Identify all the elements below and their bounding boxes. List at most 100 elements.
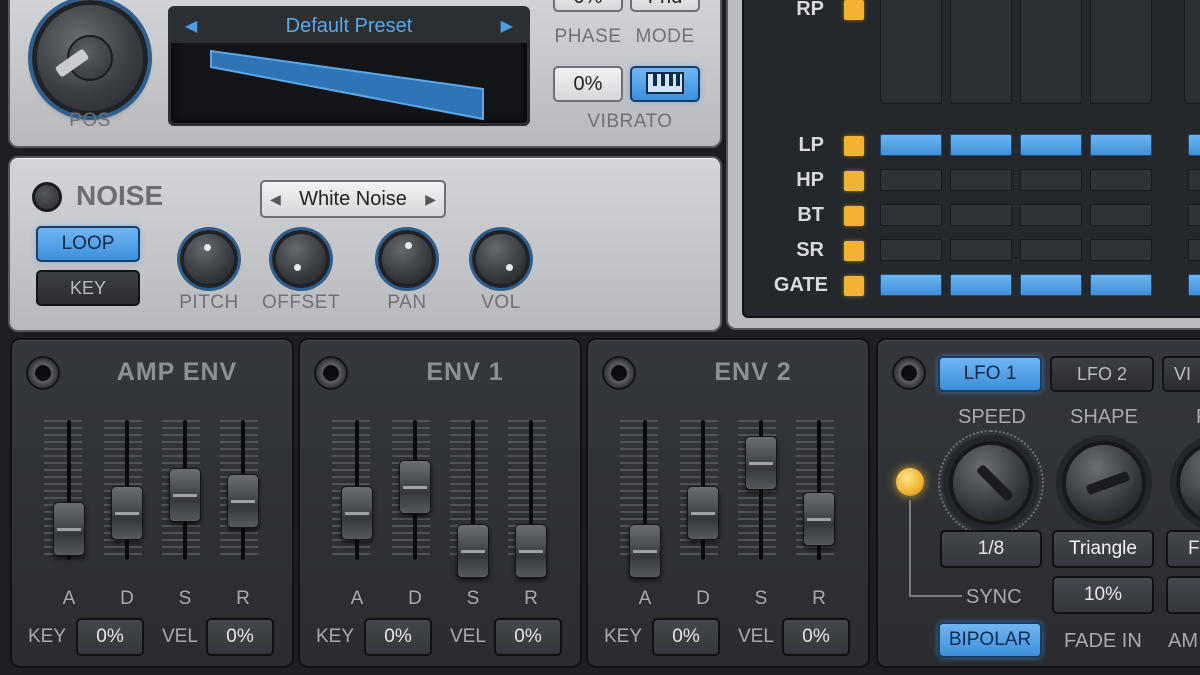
phase-value-box[interactable]: 0% (553, 0, 623, 12)
seq-cell[interactable] (1188, 134, 1200, 156)
env1-attack-fader[interactable] (341, 486, 373, 540)
key-button[interactable]: KEY (36, 270, 140, 306)
seq-label-gate: GATE (773, 274, 828, 296)
vibrato-label: VIBRATO (587, 111, 673, 132)
env1-sustain-fader[interactable] (457, 524, 489, 578)
offset-knob[interactable] (272, 230, 330, 288)
seq-led-hp[interactable] (844, 171, 864, 191)
seq-cell[interactable] (1188, 204, 1200, 226)
seq-cell[interactable] (1020, 204, 1082, 226)
seq-cell[interactable] (950, 204, 1012, 226)
amp-release-fader[interactable] (227, 474, 259, 528)
preset-next-icon[interactable]: ▶ (501, 16, 513, 36)
seq-cell[interactable] (1188, 274, 1200, 296)
tab-vib[interactable]: VI (1162, 356, 1200, 392)
preset-prev-icon[interactable]: ◀ (185, 16, 197, 36)
noise-next-icon[interactable]: ▶ (425, 182, 436, 216)
speed-knob[interactable] (949, 441, 1033, 525)
seq-cell[interactable] (950, 274, 1012, 296)
tab-lfo1[interactable]: LFO 1 (938, 356, 1042, 392)
third-knob[interactable] (1176, 441, 1200, 525)
seq-cell[interactable] (1090, 134, 1152, 156)
env2-key-value[interactable]: 0% (652, 618, 720, 656)
env1-a-label: A (350, 588, 364, 609)
noise-type-selector[interactable]: ◀ White Noise ▶ (260, 180, 446, 218)
oscillator-panel: POS ◀ Default Preset ▶ 0% Fnd PHASE MODE… (8, 0, 722, 148)
vol-knob[interactable] (472, 230, 530, 288)
fade-in-value[interactable]: 10% (1052, 576, 1154, 614)
env1-key-label: KEY (316, 626, 355, 647)
bipolar-button[interactable]: BIPOLAR (938, 622, 1042, 658)
env2-s-label: S (754, 588, 768, 609)
sync-label: SYNC (966, 586, 1022, 608)
pan-label: PAN (387, 292, 427, 313)
seq-cell[interactable] (1188, 239, 1200, 261)
env1-vel-value[interactable]: 0% (494, 618, 562, 656)
keyboard-mode-button[interactable] (630, 66, 700, 102)
amp-key-value[interactable]: 0% (76, 618, 144, 656)
env2-release-fader[interactable] (803, 492, 835, 546)
env1-mod-jack[interactable] (314, 356, 348, 390)
seq-led-gate[interactable] (844, 276, 864, 296)
seq-cell[interactable] (880, 239, 942, 261)
lfo-speed-value[interactable]: 1/8 (940, 530, 1042, 568)
seq-cell[interactable] (1020, 169, 1082, 191)
amp-r-label: R (236, 588, 250, 609)
tab-lfo2[interactable]: LFO 2 (1050, 356, 1154, 392)
seq-cell[interactable] (1090, 169, 1152, 191)
amp-decay-fader[interactable] (111, 486, 143, 540)
seq-cell[interactable] (880, 274, 942, 296)
seq-cell[interactable] (950, 169, 1012, 191)
lfo-active-led[interactable] (896, 468, 924, 496)
shape-knob[interactable] (1062, 441, 1146, 525)
lfo-third-value[interactable]: F (1166, 530, 1200, 568)
noise-prev-icon[interactable]: ◀ (270, 182, 281, 216)
preset-name[interactable]: Default Preset (286, 15, 413, 38)
seq-cell[interactable] (1090, 204, 1152, 226)
position-knob[interactable] (32, 0, 148, 116)
loop-button[interactable]: LOOP (36, 226, 140, 262)
seq-led-bt[interactable] (844, 206, 864, 226)
seq-cell[interactable] (1020, 274, 1082, 296)
noise-panel: NOISE ◀ White Noise ▶ LOOP KEY PITCH OFF… (8, 156, 722, 332)
lfo-mod-jack[interactable] (892, 356, 926, 390)
seq-cell[interactable] (950, 239, 1012, 261)
seq-cell[interactable] (1188, 169, 1200, 191)
seq-cell[interactable] (880, 204, 942, 226)
env2-attack-fader[interactable] (629, 524, 661, 578)
env1-key-value[interactable]: 0% (364, 618, 432, 656)
amp-key-label: KEY (28, 626, 67, 647)
seq-cell[interactable] (1020, 239, 1082, 261)
mode-value-box[interactable]: Fnd (630, 0, 700, 12)
amp-sustain-fader[interactable] (169, 468, 201, 522)
env2-mod-jack[interactable] (602, 356, 636, 390)
noise-power-led[interactable] (32, 182, 62, 212)
seq-cell[interactable] (880, 169, 942, 191)
seq-cell[interactable] (880, 134, 942, 156)
env2-decay-fader[interactable] (687, 486, 719, 540)
pitch-label: PITCH (179, 292, 239, 313)
env2-vel-value[interactable]: 0% (782, 618, 850, 656)
amp-s-label: S (178, 588, 192, 609)
env1-decay-fader[interactable] (399, 460, 431, 514)
seq-label-sr: SR (796, 239, 824, 261)
lfo-shape-value[interactable]: Triangle (1052, 530, 1154, 568)
amp-vel-value[interactable]: 0% (206, 618, 274, 656)
seq-cell[interactable] (1020, 134, 1082, 156)
pan-knob[interactable] (378, 230, 436, 288)
lfo-shape-label: SHAPE (1070, 406, 1138, 428)
amp-attack-fader[interactable] (53, 502, 85, 556)
vibrato-value-box[interactable]: 0% (553, 66, 623, 102)
seq-cell[interactable] (1090, 274, 1152, 296)
env1-release-fader[interactable] (515, 524, 547, 578)
env2-sustain-fader[interactable] (745, 436, 777, 490)
sequencer-frame: RP LP HP BT SR GATE (726, 0, 1200, 330)
seq-cell[interactable] (1090, 239, 1152, 261)
amp-env-mod-jack[interactable] (26, 356, 60, 390)
pitch-knob[interactable] (180, 230, 238, 288)
seq-led-sr[interactable] (844, 241, 864, 261)
seq-led-lp[interactable] (844, 136, 864, 156)
seq-led-rp[interactable] (844, 0, 864, 20)
lfo-amount-box[interactable] (1166, 576, 1200, 614)
seq-cell[interactable] (950, 134, 1012, 156)
